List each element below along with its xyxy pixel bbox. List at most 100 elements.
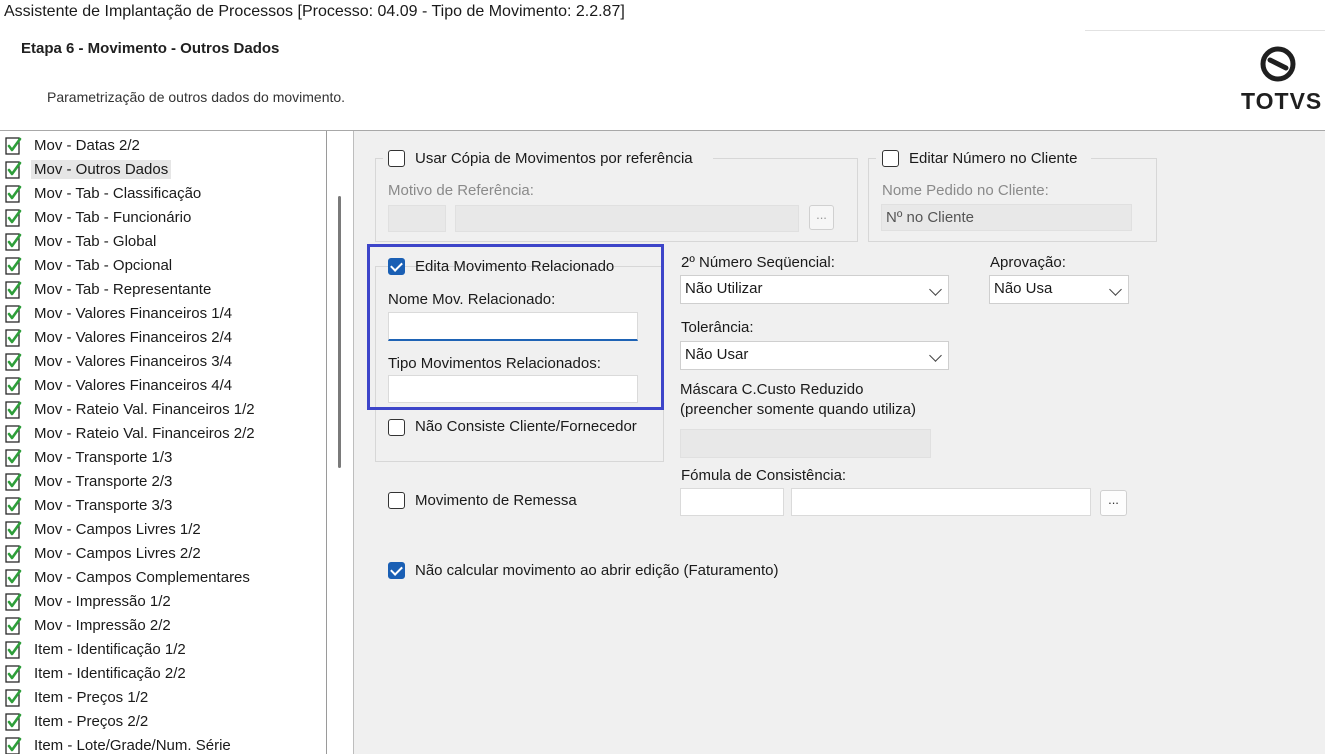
- tree-item-label: Mov - Transporte 2/3: [34, 472, 173, 490]
- header-divider: [1085, 30, 1325, 31]
- nome-pedido-label: Nome Pedido no Cliente:: [882, 182, 1049, 199]
- totvs-logo-text: TOTVS: [1241, 88, 1323, 114]
- tree-item[interactable]: Item - Identificação 2/2: [4, 661, 189, 685]
- tree-item[interactable]: Item - Preços 2/2: [4, 709, 151, 733]
- formula-label: Fómula de Consistência:: [681, 467, 847, 484]
- nao-calcular-checkbox[interactable]: [388, 562, 405, 579]
- checked-page-icon: [5, 352, 22, 371]
- mascara-field: [680, 429, 931, 458]
- tree-item-label: Mov - Transporte 1/3: [34, 448, 173, 466]
- nao-consiste-checkbox[interactable]: [388, 419, 405, 436]
- remessa-checkbox[interactable]: [388, 492, 405, 509]
- tree-item-label: Mov - Campos Complementares: [34, 568, 250, 586]
- tolerancia-label: Tolerância:: [681, 319, 754, 336]
- aprovacao-value: Não Usa: [994, 280, 1053, 297]
- tree-item-label: Mov - Datas 2/2: [34, 136, 140, 154]
- mascara-hint: (preencher somente quando utiliza): [680, 401, 916, 418]
- formula-browse-button[interactable]: ...: [1100, 490, 1127, 516]
- mascara-label: Máscara C.Custo Reduzido: [680, 381, 864, 398]
- tree-item[interactable]: Mov - Tab - Global: [4, 229, 159, 253]
- checked-page-icon: [5, 688, 22, 707]
- checked-page-icon: [5, 448, 22, 467]
- tree-item-label: Mov - Tab - Opcional: [34, 256, 173, 274]
- tree-item-label: Mov - Impressão 2/2: [34, 616, 171, 634]
- checked-page-icon: [5, 328, 22, 347]
- tree-item[interactable]: Mov - Datas 2/2: [4, 133, 143, 157]
- step-description: Parametrização de outros dados do movime…: [47, 89, 346, 105]
- tree-item[interactable]: Mov - Valores Financeiros 4/4: [4, 373, 235, 397]
- copia-checkbox[interactable]: [388, 150, 405, 167]
- nome-pedido-field: Nº no Cliente: [881, 204, 1132, 231]
- chevron-down-icon: [929, 349, 942, 362]
- nao-consiste-label: Não Consiste Cliente/Fornecedor: [415, 418, 637, 435]
- tree-item[interactable]: Mov - Campos Complementares: [4, 565, 253, 589]
- checked-page-icon: [5, 232, 22, 251]
- checked-page-icon: [5, 424, 22, 443]
- checked-page-icon: [5, 496, 22, 515]
- segundo-numero-label: 2º Número Seqüencial:: [681, 254, 835, 271]
- tree-item-label: Mov - Tab - Global: [34, 232, 157, 250]
- checked-page-icon: [5, 160, 22, 179]
- motivo-browse-button[interactable]: ...: [809, 205, 834, 230]
- tree-item[interactable]: Item - Identificação 1/2: [4, 637, 189, 661]
- tree-item-label: Item - Identificação 2/2: [34, 664, 186, 682]
- tree-item-label: Item - Preços 2/2: [34, 712, 149, 730]
- tree-item[interactable]: Item - Lote/Grade/Num. Série: [4, 733, 234, 754]
- tree-item[interactable]: Mov - Tab - Funcionário: [4, 205, 194, 229]
- tree-item[interactable]: Mov - Transporte 2/3: [4, 469, 175, 493]
- tree-item-label: Mov - Tab - Funcionário: [34, 208, 192, 226]
- steps-tree[interactable]: Mov - Datas 2/2 Mov - Outros Dados Mov - T…: [0, 131, 326, 754]
- checked-page-icon: [5, 520, 22, 539]
- tree-item-label: Mov - Tab - Representante: [34, 280, 212, 298]
- tree-item[interactable]: Mov - Impressão 2/2: [4, 613, 174, 637]
- checked-page-icon: [5, 616, 22, 635]
- checked-page-icon: [5, 592, 22, 611]
- remessa-label: Movimento de Remessa: [415, 492, 577, 509]
- tree-item-label: Item - Identificação 1/2: [34, 640, 186, 658]
- tree-item-label: Mov - Valores Financeiros 4/4: [34, 376, 233, 394]
- tree-item[interactable]: Mov - Valores Financeiros 1/4: [4, 301, 235, 325]
- formula-desc-input[interactable]: [791, 488, 1091, 516]
- tree-item[interactable]: Mov - Transporte 3/3: [4, 493, 175, 517]
- tree-item[interactable]: Mov - Tab - Classificação: [4, 181, 204, 205]
- tree-item[interactable]: Mov - Transporte 1/3: [4, 445, 175, 469]
- editar-numero-checkbox[interactable]: [882, 150, 899, 167]
- tree-item-label: Mov - Valores Financeiros 1/4: [34, 304, 233, 322]
- tree-item-label: Mov - Outros Dados: [31, 159, 172, 179]
- tree-item[interactable]: Mov - Valores Financeiros 2/4: [4, 325, 235, 349]
- highlight-box: [367, 244, 664, 410]
- formula-code-input[interactable]: [680, 488, 784, 516]
- tree-item-label: Mov - Valores Financeiros 2/4: [34, 328, 233, 346]
- checked-page-icon: [5, 664, 22, 683]
- motivo-label: Motivo de Referência:: [388, 182, 534, 199]
- tree-item[interactable]: Mov - Campos Livres 2/2: [4, 541, 204, 565]
- chevron-down-icon: [929, 283, 942, 296]
- tree-item-label: Mov - Campos Livres 2/2: [34, 544, 201, 562]
- tree-item-label: Item - Lote/Grade/Num. Série: [34, 736, 231, 754]
- checked-page-icon: [5, 304, 22, 323]
- motivo-desc-field: [455, 205, 799, 232]
- tree-item[interactable]: Mov - Tab - Representante: [4, 277, 214, 301]
- tree-item[interactable]: Mov - Outros Dados: [4, 157, 172, 181]
- tree-item[interactable]: Mov - Valores Financeiros 3/4: [4, 349, 235, 373]
- aprovacao-select[interactable]: Não Usa: [989, 275, 1129, 304]
- checked-page-icon: [5, 136, 22, 155]
- tolerancia-select[interactable]: Não Usar: [680, 341, 949, 370]
- copia-label: Usar Cópia de Movimentos por referência: [415, 150, 693, 167]
- checked-page-icon: [5, 208, 22, 227]
- checked-page-icon: [5, 544, 22, 563]
- tree-item[interactable]: Mov - Rateio Val. Financeiros 2/2: [4, 421, 258, 445]
- tree-item[interactable]: Mov - Impressão 1/2: [4, 589, 174, 613]
- tree-scrollbar-thumb[interactable]: [338, 196, 341, 468]
- tree-item-label: Mov - Campos Livres 1/2: [34, 520, 201, 538]
- tree-item[interactable]: Mov - Campos Livres 1/2: [4, 517, 204, 541]
- motivo-code-field: [388, 205, 446, 232]
- tree-item[interactable]: Mov - Rateio Val. Financeiros 1/2: [4, 397, 258, 421]
- segundo-numero-select[interactable]: Não Utilizar: [680, 275, 949, 304]
- tolerancia-value: Não Usar: [685, 346, 749, 363]
- tree-item[interactable]: Item - Preços 1/2: [4, 685, 151, 709]
- tree-item[interactable]: Mov - Tab - Opcional: [4, 253, 175, 277]
- checked-page-icon: [5, 184, 22, 203]
- chevron-down-icon: [1109, 283, 1122, 296]
- editar-numero-label: Editar Número no Cliente: [909, 150, 1078, 167]
